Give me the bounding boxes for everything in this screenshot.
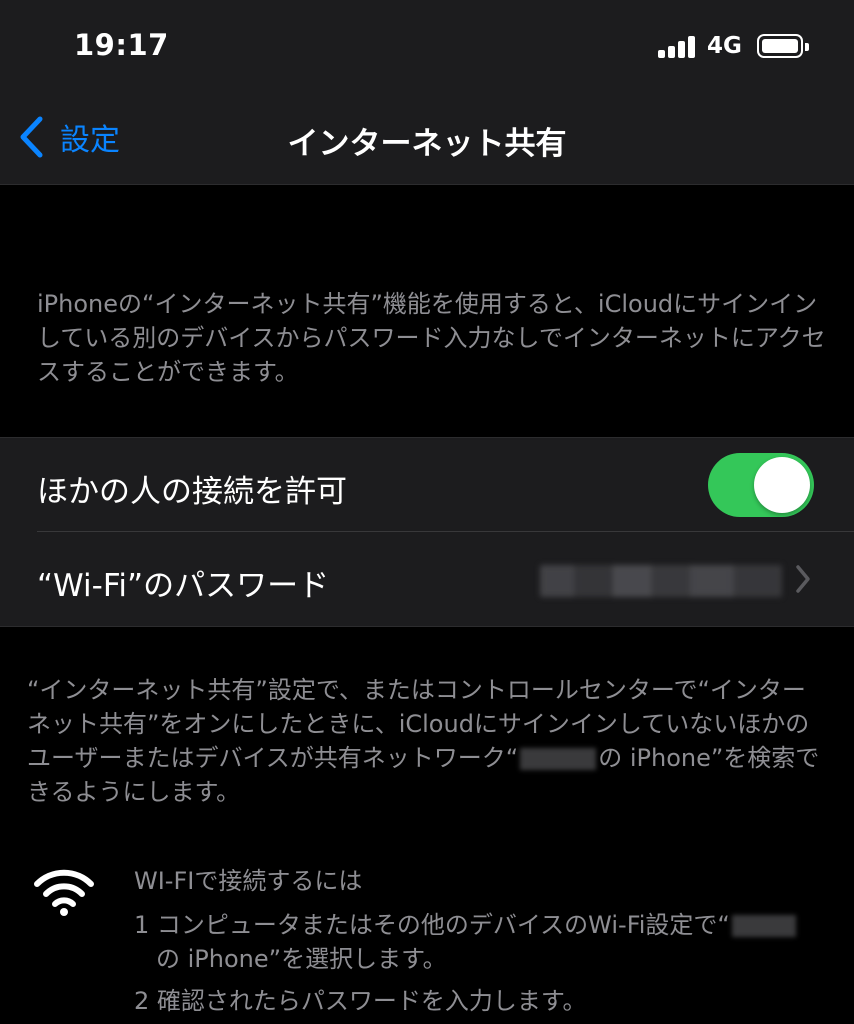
page-title: インターネット共有: [287, 126, 567, 162]
navigation-bar: 設定 インターネット共有: [0, 90, 854, 185]
wifi-step-1: 1 コンピュータまたはその他のデバイスのWi-Fi設定で“: [134, 908, 834, 942]
wifi-step-1-continued: の iPhone”を選択します。: [156, 945, 447, 973]
wifi-password-label: “Wi-Fi”のパスワード: [37, 568, 330, 604]
status-bar: 19:17 4G: [0, 0, 854, 90]
network-type: 4G: [707, 33, 742, 59]
intro-description: iPhoneの“インターネット共有”機能を使用すると、iCloudにサインインし…: [37, 290, 826, 386]
toggle-knob: [754, 457, 810, 513]
device-name-redacted: [520, 748, 597, 770]
wifi-step-1-text: 1 コンピュータまたはその他のデバイスのWi-Fi設定で“: [134, 911, 730, 939]
footer-description: “インターネット共有”設定で、またはコントロールセンターで“インターネット共有”…: [27, 673, 827, 809]
wifi-instructions-heading: WI-FIで接続するには: [134, 867, 363, 895]
wifi-instructions: WI-FIで接続するには 1 コンピュータまたはその他のデバイスのWi-Fi設定…: [134, 864, 834, 1015]
wifi-step-2: 2 確認されたらパスワードを入力します。: [134, 987, 587, 1015]
wifi-password-value-redacted: [540, 565, 782, 597]
wifi-password-row[interactable]: “Wi-Fi”のパスワード: [0, 532, 854, 625]
allow-others-label: ほかの人の接続を許可: [37, 474, 347, 510]
allow-others-toggle[interactable]: [708, 453, 814, 517]
device-name-redacted: [731, 915, 796, 937]
wifi-icon: [34, 869, 94, 916]
chevron-right-icon: [796, 565, 810, 593]
settings-group: ほかの人の接続を許可 “Wi-Fi”のパスワード: [0, 437, 854, 627]
status-time: 19:17: [74, 28, 169, 62]
allow-others-row: ほかの人の接続を許可: [0, 438, 854, 532]
battery-icon: [757, 34, 809, 58]
cellular-signal-icon: [658, 36, 698, 58]
